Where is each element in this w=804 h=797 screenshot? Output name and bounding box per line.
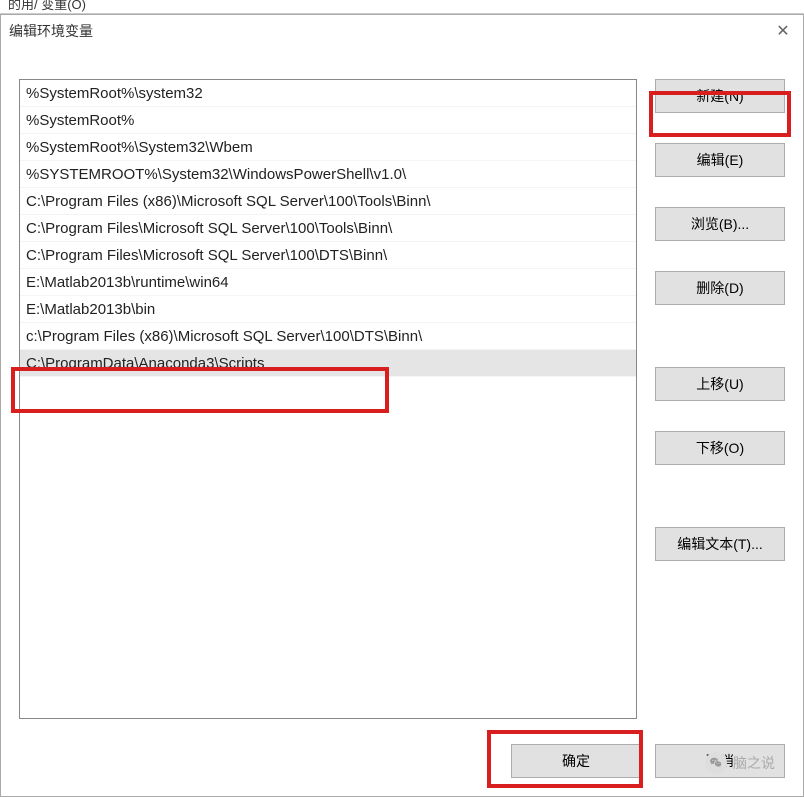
content-area: %SystemRoot%\system32%SystemRoot%%System… — [1, 59, 803, 796]
list-item[interactable]: C:\Program Files (x86)\Microsoft SQL Ser… — [20, 188, 636, 215]
cancel-button[interactable]: 取消 — [655, 744, 785, 778]
list-item[interactable]: C:\ProgramData\Anaconda3\Scripts — [20, 350, 636, 377]
title-bar: 编辑环境变量 ✕ — [1, 15, 803, 47]
list-item[interactable]: %SystemRoot% — [20, 107, 636, 134]
dialog-title: 编辑环境变量 — [9, 21, 93, 41]
list-item[interactable]: C:\Program Files\Microsoft SQL Server\10… — [20, 215, 636, 242]
list-item[interactable]: %SYSTEMROOT%\System32\WindowsPowerShell\… — [20, 161, 636, 188]
list-item[interactable]: C:\Program Files\Microsoft SQL Server\10… — [20, 242, 636, 269]
move-up-button[interactable]: 上移(U) — [655, 367, 785, 401]
list-item[interactable]: c:\Program Files (x86)\Microsoft SQL Ser… — [20, 323, 636, 350]
edit-text-button[interactable]: 编辑文本(T)... — [655, 527, 785, 561]
list-item[interactable]: %SystemRoot%\system32 — [20, 80, 636, 107]
dialog-bottom-buttons: 确定 取消 — [511, 744, 785, 778]
button-column: 新建(N) 编辑(E) 浏览(B)... 删除(D) 上移(U) 下移(O) 编… — [655, 79, 785, 719]
delete-button[interactable]: 删除(D) — [655, 271, 785, 305]
new-button[interactable]: 新建(N) — [655, 79, 785, 113]
move-down-button[interactable]: 下移(O) — [655, 431, 785, 465]
list-item[interactable]: E:\Matlab2013b\runtime\win64 — [20, 269, 636, 296]
close-icon[interactable]: ✕ — [769, 19, 797, 43]
ok-button[interactable]: 确定 — [511, 744, 641, 778]
list-item[interactable]: E:\Matlab2013b\bin — [20, 296, 636, 323]
browse-button[interactable]: 浏览(B)... — [655, 207, 785, 241]
path-list[interactable]: %SystemRoot%\system32%SystemRoot%%System… — [19, 79, 637, 719]
edit-button[interactable]: 编辑(E) — [655, 143, 785, 177]
edit-env-var-dialog: 编辑环境变量 ✕ %SystemRoot%\system32%SystemRoo… — [0, 14, 804, 797]
list-item[interactable]: %SystemRoot%\System32\Wbem — [20, 134, 636, 161]
parent-window-fragment: 的用/ 变重(O) — [0, 0, 804, 14]
